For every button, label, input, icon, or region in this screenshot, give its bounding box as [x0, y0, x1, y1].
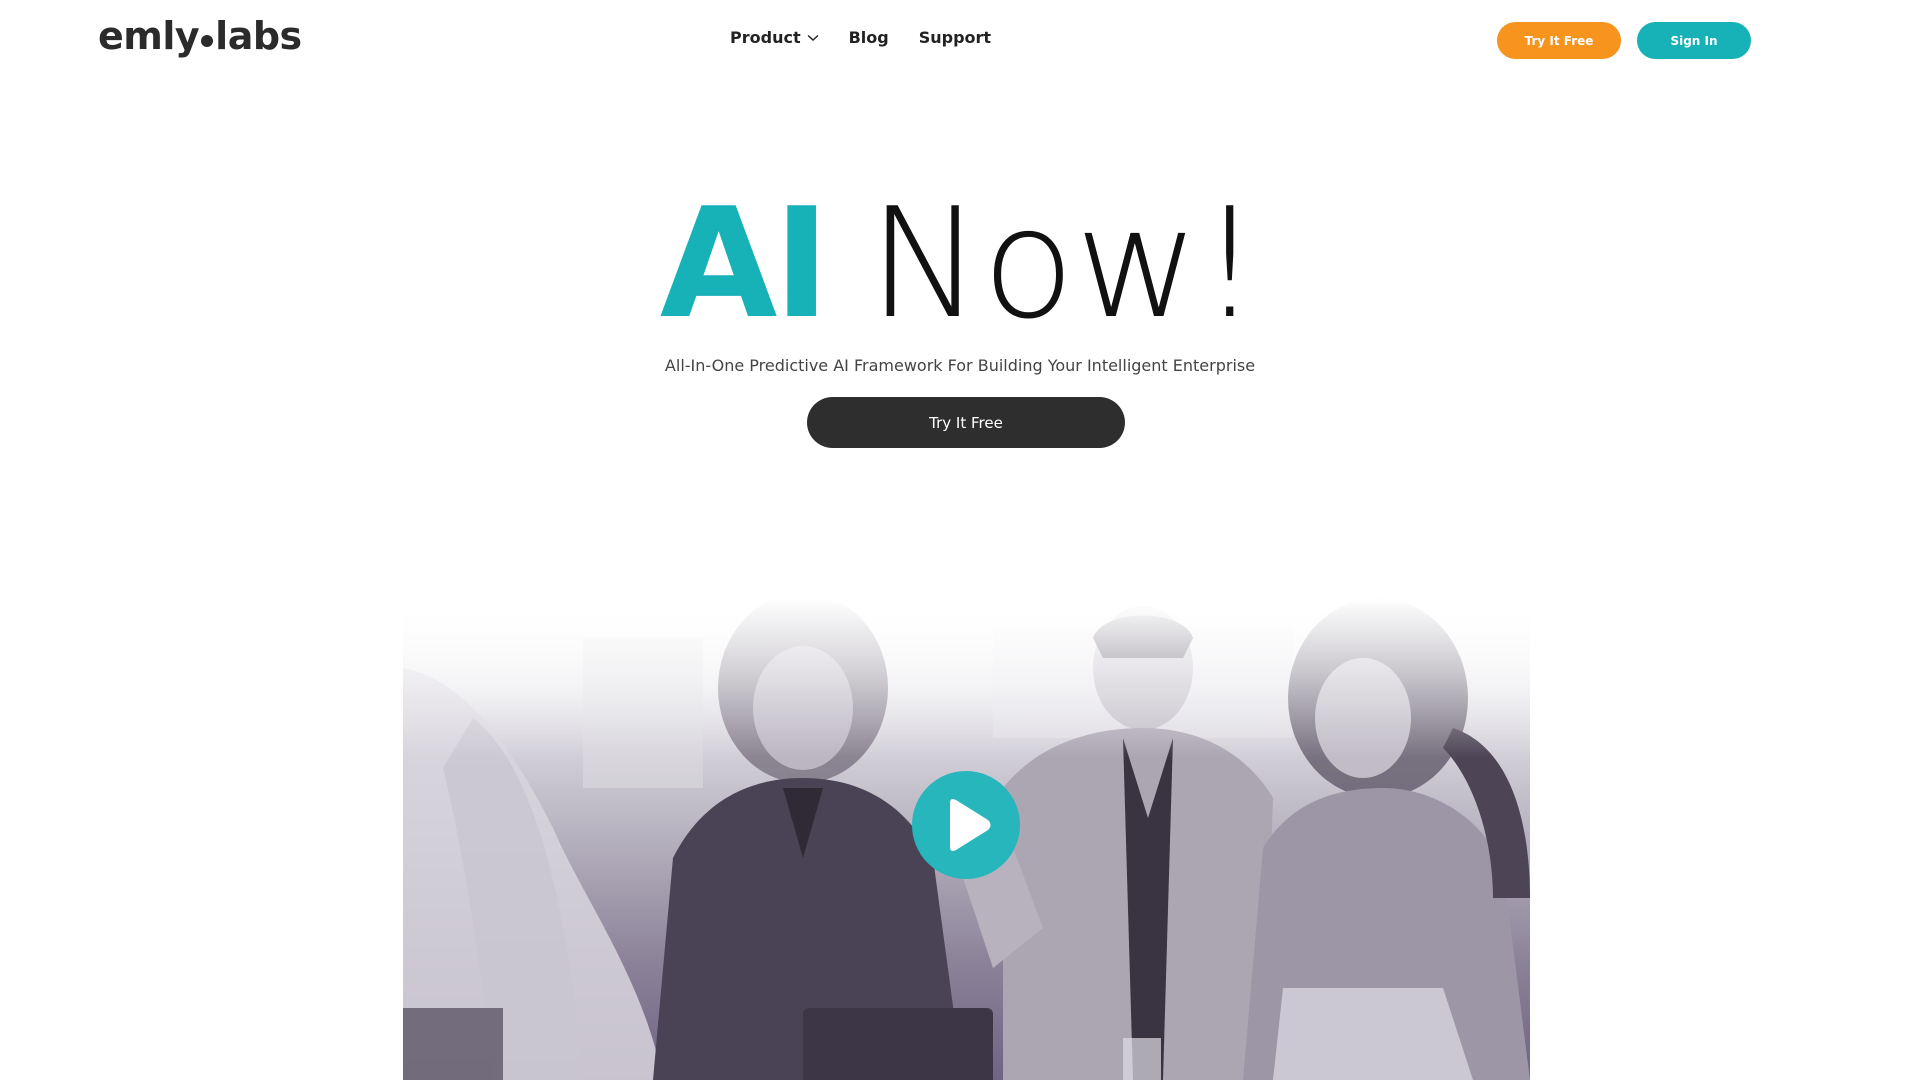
main-nav: Product Blog Support	[730, 28, 991, 47]
hero-title-rest: Now!	[868, 175, 1261, 352]
nav-product-label: Product	[730, 28, 801, 47]
hero-title: AI Now!	[0, 188, 1920, 340]
hero-subtitle: All-In-One Predictive AI Framework For B…	[664, 356, 1256, 375]
landing-page: emly labs Product Blog Support Try It Fr…	[0, 0, 1920, 1080]
try-it-free-header-button[interactable]: Try It Free	[1497, 22, 1621, 59]
logo-text-left: emly	[98, 14, 200, 58]
emlylabs-logo[interactable]: emly labs	[98, 14, 302, 58]
hero-video[interactable]	[403, 598, 1530, 1080]
play-button[interactable]	[912, 771, 1020, 879]
nav-product[interactable]: Product	[730, 28, 819, 47]
nav-support[interactable]: Support	[919, 28, 991, 47]
nav-blog-label: Blog	[848, 28, 889, 47]
nav-support-label: Support	[918, 28, 992, 47]
play-icon	[950, 799, 991, 851]
site-header: emly labs Product Blog Support Try It Fr…	[0, 0, 1920, 80]
video-top-fade	[403, 598, 1530, 758]
nav-blog[interactable]: Blog	[849, 28, 889, 47]
logo-text-right: labs	[215, 14, 302, 58]
try-it-free-hero-button[interactable]: Try It Free	[807, 397, 1125, 448]
hero-title-accent: AI	[659, 175, 830, 352]
chevron-down-icon	[807, 34, 819, 41]
sign-in-button[interactable]: Sign In	[1637, 22, 1751, 59]
logo-dot	[201, 35, 214, 47]
